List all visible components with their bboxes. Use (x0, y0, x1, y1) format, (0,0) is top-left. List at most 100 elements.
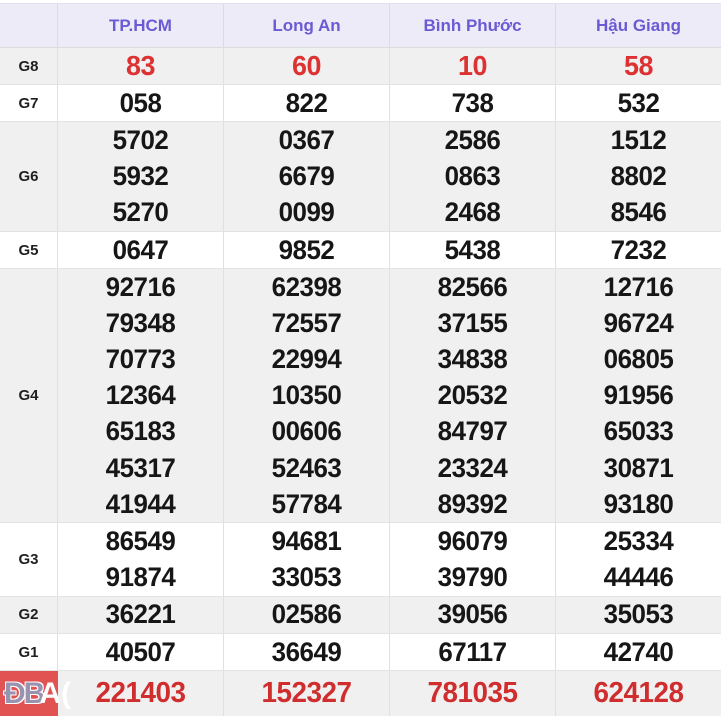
table-body: G883601058G7058822738532G657025932527003… (0, 48, 721, 716)
row-label-G4: G4 (0, 269, 58, 522)
prize-value: 00606 (227, 414, 385, 450)
prize-value: 2586 (393, 122, 551, 158)
prize-value: 20532 (393, 378, 551, 414)
prize-value: 8546 (559, 195, 717, 231)
prize-value: 91874 (61, 560, 219, 596)
prize-value: 822 (227, 85, 385, 121)
header-binh-phuoc[interactable]: Bình Phước (389, 4, 555, 47)
prize-col-G1-TP.HCM: 40507 (58, 634, 223, 670)
prize-value: 781035 (393, 671, 551, 716)
prize-row-G7: G7058822738532 (0, 84, 721, 121)
prize-value: 23324 (393, 450, 551, 486)
prize-col-G8-Hậu Giang: 58 (555, 48, 721, 84)
prize-row-ĐB: ĐBA(221403152327781035624128 (0, 670, 721, 716)
prize-col-G1-Hậu Giang: 42740 (555, 634, 721, 670)
prize-value: 0367 (227, 122, 385, 158)
prize-col-G6-Hậu Giang: 151288028546 (555, 122, 721, 231)
prize-value: 83 (61, 48, 219, 84)
prize-value: 91956 (559, 378, 717, 414)
watermark-text: A( (39, 679, 71, 709)
prize-value: 44446 (559, 560, 717, 596)
prize-value: 5702 (61, 122, 219, 158)
prize-col-G7-Bình Phước: 738 (389, 85, 555, 121)
prize-col-ĐB-Long An: 152327 (223, 671, 389, 716)
prize-value: 94681 (227, 523, 385, 559)
prize-value: 30871 (559, 450, 717, 486)
prize-value: 39790 (393, 560, 551, 596)
prize-value: 6679 (227, 159, 385, 195)
prize-value: 45317 (61, 450, 219, 486)
prize-row-G1: G140507366496711742740 (0, 633, 721, 670)
prize-value: 40507 (61, 634, 219, 670)
prize-value: 10 (393, 48, 551, 84)
prize-value: 62398 (227, 269, 385, 305)
prize-value: 72557 (227, 305, 385, 341)
prize-value: 67117 (393, 634, 551, 670)
prize-value: 532 (559, 85, 717, 121)
prize-col-G2-TP.HCM: 36221 (58, 597, 223, 633)
header-hau-giang[interactable]: Hậu Giang (555, 4, 721, 47)
prize-value: 37155 (393, 305, 551, 341)
prize-value: 06805 (559, 342, 717, 378)
header-long-an[interactable]: Long An (223, 4, 389, 47)
row-label-G5: G5 (0, 232, 58, 268)
prize-value: 25334 (559, 523, 717, 559)
prize-value: 89392 (393, 486, 551, 522)
prize-value: 58 (559, 48, 717, 84)
prize-value: 12364 (61, 378, 219, 414)
lottery-results-table: TP.HCM Long An Bình Phước Hậu Giang G883… (0, 3, 721, 716)
prize-col-G3-Long An: 9468133053 (223, 523, 389, 595)
prize-value: 52463 (227, 450, 385, 486)
prize-value: 33053 (227, 560, 385, 596)
prize-value: 10350 (227, 378, 385, 414)
prize-value: 86549 (61, 523, 219, 559)
prize-value: 152327 (227, 671, 385, 716)
watermark-badge: ĐBA( (0, 671, 58, 716)
prize-col-G6-Long An: 036766790099 (223, 122, 389, 231)
row-label-G6: G6 (0, 122, 58, 231)
prize-value: 0863 (393, 159, 551, 195)
prize-row-G4: G492716793487077312364651834531741944623… (0, 268, 721, 522)
prize-value: 058 (61, 85, 219, 121)
prize-value: 35053 (559, 597, 717, 633)
prize-col-G2-Bình Phước: 39056 (389, 597, 555, 633)
prize-value: 9852 (227, 232, 385, 268)
prize-value: 7232 (559, 232, 717, 268)
header-tphcm[interactable]: TP.HCM (58, 4, 223, 47)
db-row-label: ĐB (4, 679, 43, 709)
prize-value: 02586 (227, 597, 385, 633)
prize-col-G8-Bình Phước: 10 (389, 48, 555, 84)
prize-value: 0647 (61, 232, 219, 268)
prize-row-G6: G657025932527003676679009925860863246815… (0, 121, 721, 231)
prize-row-G3: G386549918749468133053960793979025334444… (0, 522, 721, 595)
prize-col-G2-Long An: 02586 (223, 597, 389, 633)
table-header-row: TP.HCM Long An Bình Phước Hậu Giang (0, 3, 721, 48)
prize-col-G5-Hậu Giang: 7232 (555, 232, 721, 268)
prize-col-G1-Bình Phước: 67117 (389, 634, 555, 670)
prize-value: 96724 (559, 305, 717, 341)
prize-col-G6-Bình Phước: 258608632468 (389, 122, 555, 231)
prize-value: 39056 (393, 597, 551, 633)
prize-col-G5-Long An: 9852 (223, 232, 389, 268)
lottery-results-page: TP.HCM Long An Bình Phước Hậu Giang G883… (0, 0, 721, 718)
prize-col-G2-Hậu Giang: 35053 (555, 597, 721, 633)
row-label-ĐB: ĐBA( (0, 671, 58, 716)
prize-col-G7-Hậu Giang: 532 (555, 85, 721, 121)
prize-col-G3-TP.HCM: 8654991874 (58, 523, 223, 595)
prize-col-G8-TP.HCM: 83 (58, 48, 223, 84)
prize-value: 2468 (393, 195, 551, 231)
header-spacer (0, 4, 58, 47)
prize-col-G6-TP.HCM: 570259325270 (58, 122, 223, 231)
prize-value: 221403 (61, 671, 219, 716)
prize-col-ĐB-TP.HCM: 221403 (58, 671, 223, 716)
prize-value: 8802 (559, 159, 717, 195)
prize-value: 5270 (61, 195, 219, 231)
prize-value: 41944 (61, 486, 219, 522)
prize-value: 0099 (227, 195, 385, 231)
row-label-G1: G1 (0, 634, 58, 670)
prize-col-G4-Hậu Giang: 12716967240680591956650333087193180 (555, 269, 721, 522)
prize-col-G3-Bình Phước: 9607939790 (389, 523, 555, 595)
prize-value: 624128 (559, 671, 717, 716)
prize-value: 70773 (61, 342, 219, 378)
prize-col-ĐB-Bình Phước: 781035 (389, 671, 555, 716)
